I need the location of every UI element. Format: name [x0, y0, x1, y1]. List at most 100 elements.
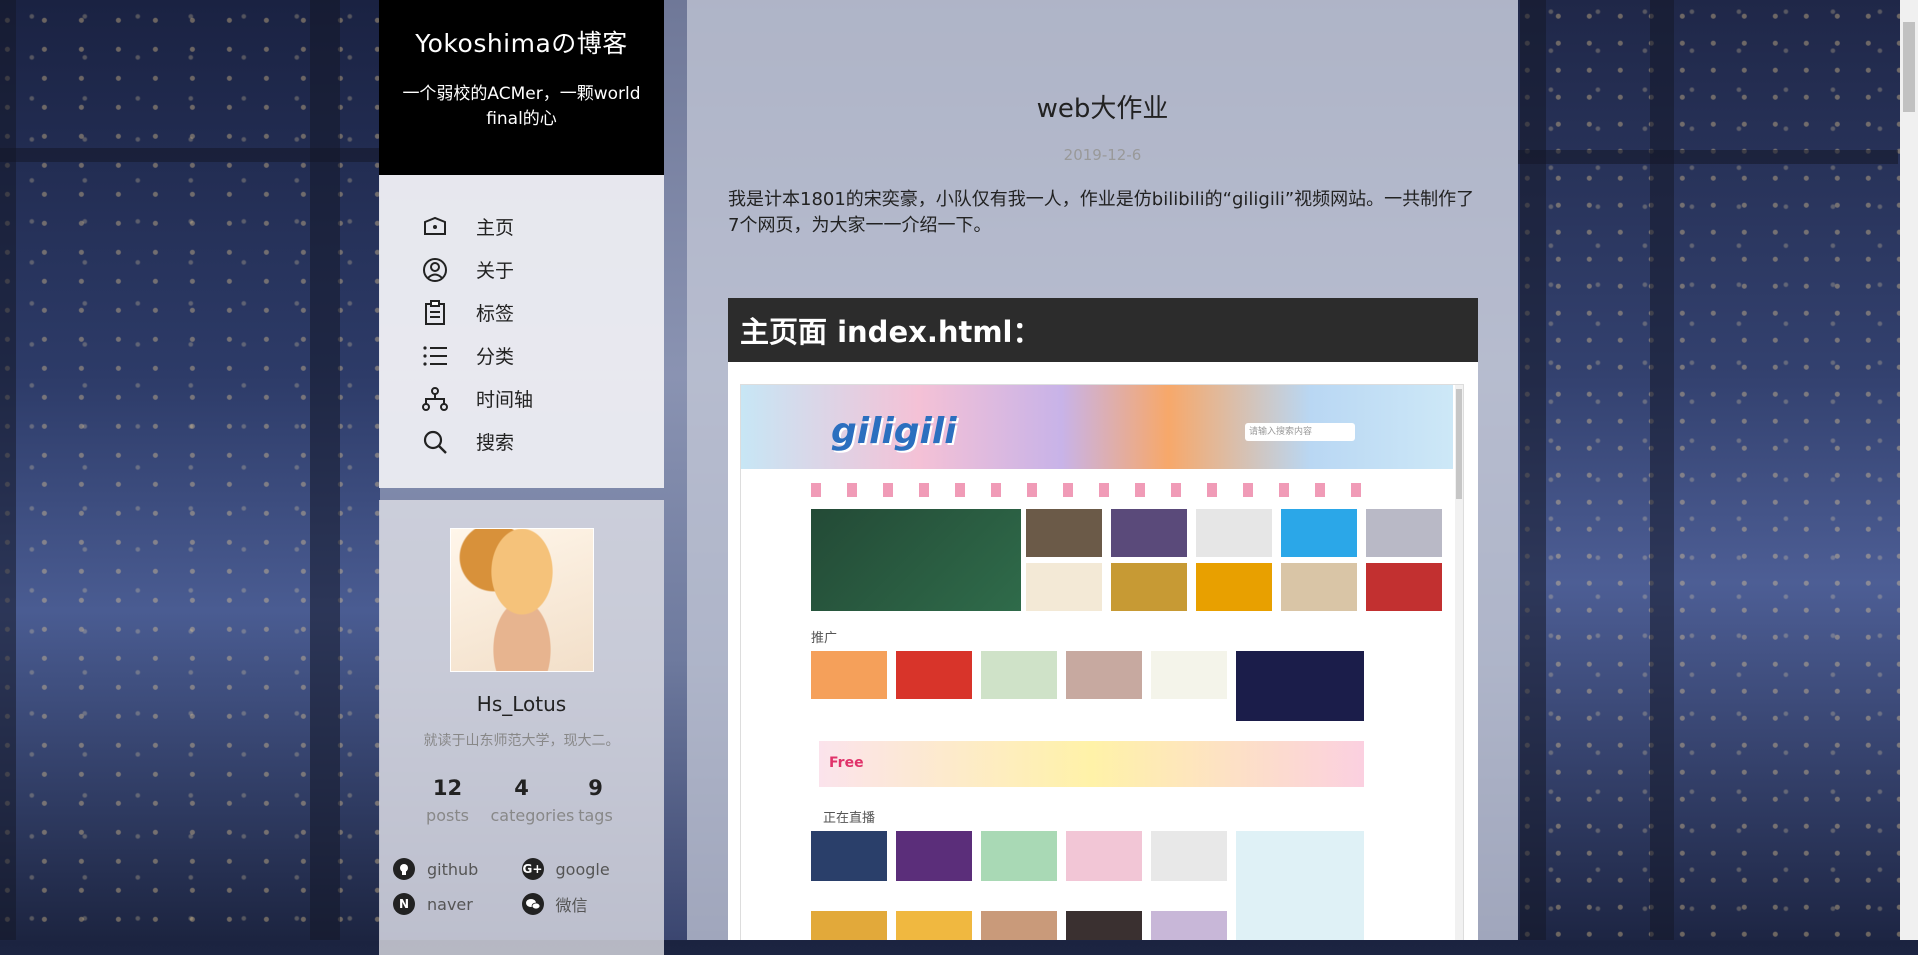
preview-banner: giligili 请输入搜索内容	[741, 385, 1453, 469]
profile-name: Hs_Lotus	[476, 692, 567, 716]
link-label: google	[555, 859, 610, 879]
profile-stats: 12 posts 4 categories 9 tags	[379, 776, 664, 825]
link-google[interactable]: G+ google	[521, 858, 651, 880]
window-frame	[0, 0, 16, 940]
preview-promo-banner-text: Free	[829, 755, 864, 771]
section-heading: 主页面 index.html：	[728, 298, 1478, 362]
preview-thumb	[1111, 563, 1187, 611]
background-right	[1518, 0, 1918, 940]
list-icon	[421, 342, 449, 370]
preview-thumb	[896, 911, 972, 940]
post-panel: web大作业 2019-12-6 我是计本1801的宋奕豪，小队仅有我一人，作业…	[687, 0, 1518, 940]
preview-hero	[811, 509, 1021, 611]
preview-thumb	[811, 651, 887, 699]
clipboard-icon	[421, 299, 449, 327]
link-naver[interactable]: N naver	[393, 892, 522, 916]
preview-thumb	[1066, 651, 1142, 699]
menu-item-search[interactable]: 搜索	[379, 420, 664, 463]
preview-thumb	[896, 831, 972, 881]
preview-thumb	[811, 831, 887, 881]
preview-promo-banner: Free	[819, 741, 1364, 787]
nav-menu: 主页 关于 标签 分类 时间轴 搜索	[379, 175, 664, 488]
preview-thumb	[1066, 831, 1142, 881]
preview-thumb	[1111, 509, 1187, 557]
wechat-icon	[521, 893, 544, 915]
stat-label: categories	[490, 806, 575, 825]
preview-search-input: 请输入搜索内容	[1245, 423, 1355, 441]
preview-thumb	[896, 651, 972, 699]
sitemap-icon	[421, 385, 449, 413]
post-title[interactable]: web大作业	[687, 88, 1518, 125]
stat-label: tags	[578, 806, 613, 825]
window-frame	[1650, 0, 1674, 940]
user-icon	[421, 256, 449, 284]
preview-thumb	[1366, 563, 1442, 611]
profile-description: 就读于山东师范大学，现大二。	[423, 733, 620, 749]
menu-item-label: 标签	[476, 303, 515, 325]
menu-item-home[interactable]: 主页	[379, 205, 664, 248]
stat-value: 4	[514, 776, 529, 800]
link-label: naver	[427, 894, 473, 914]
naver-icon: N	[393, 893, 415, 915]
preview-thumb	[1281, 509, 1357, 557]
stat-label: posts	[426, 806, 469, 825]
preview-thumb	[1151, 651, 1227, 699]
link-label: 微信	[555, 896, 588, 915]
preview-thumb	[1026, 509, 1102, 557]
menu-item-label: 搜索	[476, 432, 515, 454]
home-icon	[421, 213, 449, 241]
social-links: github G+ google N naver 微信	[393, 858, 650, 916]
preview-thumb	[1366, 509, 1442, 557]
preview-thumb	[811, 911, 887, 940]
preview-nav-row	[811, 483, 1361, 497]
preview-ad	[1236, 651, 1364, 721]
avatar	[449, 528, 594, 672]
search-icon	[421, 428, 449, 456]
embedded-site-preview: giligili 请输入搜索内容 推广 Free 正在直播	[740, 384, 1464, 940]
profile-card: Hs_Lotus 就读于山东师范大学，现大二。 12 posts 4 categ…	[379, 500, 664, 955]
preview-thumb	[1066, 911, 1142, 940]
menu-item-label: 主页	[476, 217, 515, 239]
stat-categories[interactable]: 4 categories	[490, 776, 575, 825]
window-frame	[310, 0, 340, 940]
site-subtitle: 一个弱校的ACMer，一颗world final的心	[402, 84, 641, 129]
post-body: 我是计本1801的宋奕豪，小队仅有我一人，作业是仿bilibili的“gilig…	[728, 189, 1475, 236]
post-screenshot: giligili 请输入搜索内容 推广 Free 正在直播	[728, 362, 1478, 940]
preview-thumb	[1196, 563, 1272, 611]
menu-item-categories[interactable]: 分类	[379, 334, 664, 377]
preview-logo: giligili	[831, 411, 957, 452]
site-title[interactable]: Yokoshimaの博客	[379, 0, 664, 60]
preview-scrollbar-thumb	[1456, 389, 1462, 499]
window-frame	[1518, 150, 1898, 164]
preview-scrollbar	[1455, 385, 1463, 940]
link-label: github	[427, 859, 479, 879]
preview-promo-label: 推广	[811, 631, 838, 646]
window-frame	[1520, 0, 1546, 940]
menu-item-label: 分类	[476, 346, 515, 368]
site-brand: Yokoshimaの博客 一个弱校的ACMer，一颗world final的心	[379, 0, 664, 175]
preview-thumb	[981, 831, 1057, 881]
preview-thumb	[981, 651, 1057, 699]
preview-thumb	[1281, 563, 1357, 611]
link-wechat[interactable]: 微信	[521, 892, 651, 916]
preview-thumb	[1026, 563, 1102, 611]
github-icon	[393, 858, 415, 880]
link-github[interactable]: github	[393, 858, 522, 880]
menu-item-label: 时间轴	[476, 389, 534, 411]
sidebar: Yokoshimaの博客 一个弱校的ACMer，一颗world final的心 …	[379, 0, 664, 955]
google-plus-icon: G+	[521, 858, 544, 880]
menu-item-tags[interactable]: 标签	[379, 291, 664, 334]
menu-item-about[interactable]: 关于	[379, 248, 664, 291]
menu-item-label: 关于	[476, 260, 515, 282]
preview-thumb	[1151, 911, 1227, 940]
post-date: 2019-12-6	[1063, 146, 1142, 164]
page-scrollbar[interactable]	[1900, 0, 1918, 940]
menu-item-timeline[interactable]: 时间轴	[379, 377, 664, 420]
stat-posts[interactable]: 12 posts	[417, 776, 479, 825]
window-frame	[0, 148, 380, 162]
preview-thumb	[1196, 509, 1272, 557]
preview-thumb	[1151, 831, 1227, 881]
page-scrollbar-thumb[interactable]	[1903, 22, 1915, 112]
stat-tags[interactable]: 9 tags	[565, 776, 627, 825]
preview-live-label: 正在直播	[823, 811, 876, 826]
